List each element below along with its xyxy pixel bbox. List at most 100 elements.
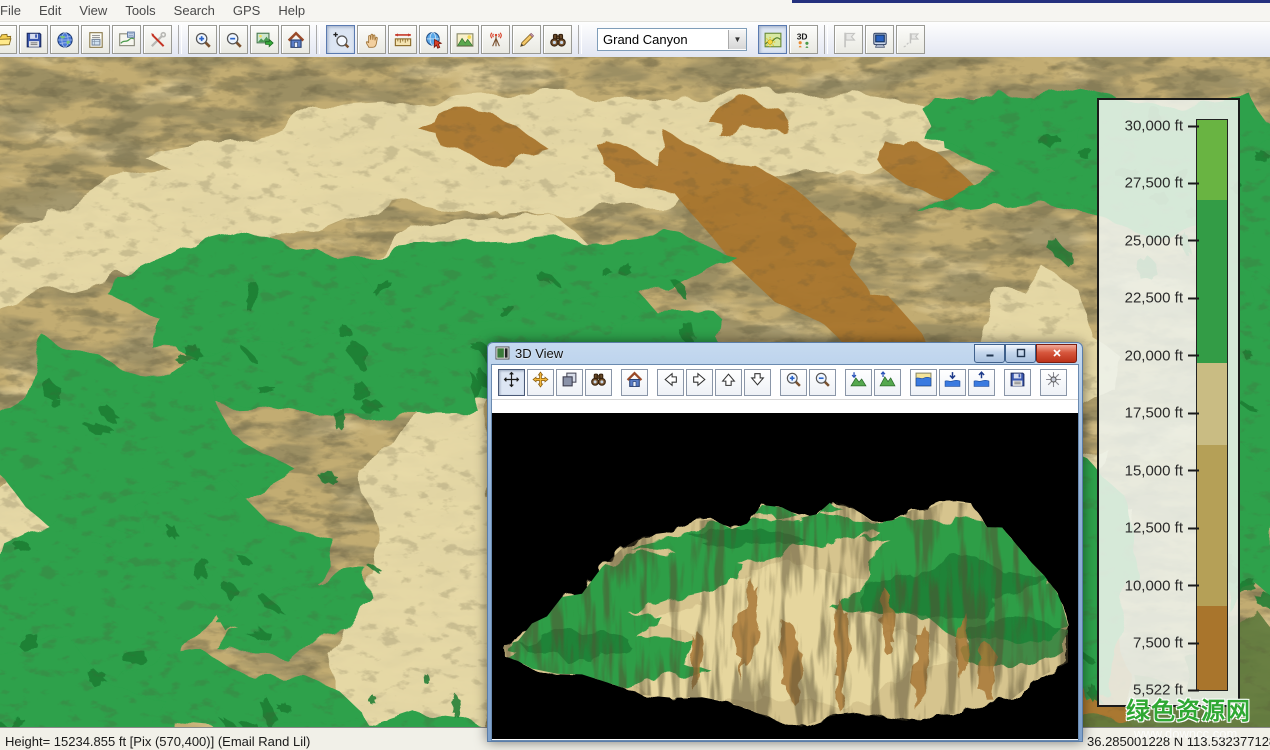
digitizer-button[interactable] (512, 25, 541, 54)
legend-row: 17,500 ft (1099, 405, 1199, 422)
toolbar-separator (824, 25, 828, 54)
display-options-button[interactable] (1040, 369, 1067, 396)
zoom-out-3d-button[interactable] (809, 369, 836, 396)
3d-window-titlebar[interactable]: 3D View (491, 342, 1079, 364)
menu-file[interactable]: File (0, 0, 30, 21)
rotate-tool-icon (503, 371, 520, 393)
legend-label: 17,500 ft (1125, 405, 1183, 422)
map-layout-button[interactable] (112, 25, 141, 54)
menu-view[interactable]: View (70, 0, 116, 21)
menu-edit[interactable]: Edit (30, 0, 70, 21)
minimize-button[interactable] (974, 344, 1005, 363)
water-lower-button[interactable] (939, 369, 966, 396)
legend-label: 20,000 ft (1125, 347, 1183, 364)
find-button[interactable] (543, 25, 572, 54)
menu-gps[interactable]: GPS (224, 0, 269, 21)
close-icon (1052, 348, 1062, 358)
view-shed-button[interactable] (481, 25, 510, 54)
legend-label: 27,500 ft (1125, 175, 1183, 192)
copy-view-button[interactable] (556, 369, 583, 396)
window-icon (495, 346, 510, 360)
water-down-icon (944, 371, 961, 393)
location-value: Grand Canyon (598, 32, 728, 47)
exaggeration-up-button[interactable] (874, 369, 901, 396)
3d-view-window: 3D View (487, 342, 1083, 742)
legend-color-segment (1197, 445, 1227, 606)
legend-row: 30,000 ft (1099, 118, 1199, 135)
move-3d-button[interactable] (527, 369, 554, 396)
watermark: 绿色资源网 www.downcc.com (1126, 691, 1251, 741)
reset-view-button[interactable] (621, 369, 648, 396)
vex-down-icon (850, 371, 867, 393)
gps-button[interactable] (865, 25, 894, 54)
legend-tick (1188, 412, 1199, 414)
add-image-button[interactable] (250, 25, 279, 54)
legend-tick (1188, 182, 1199, 184)
legend-row: 20,000 ft (1099, 347, 1199, 364)
arrow-left-icon (662, 371, 679, 393)
zoom-tool-button[interactable] (326, 25, 355, 54)
exaggeration-down-button[interactable] (845, 369, 872, 396)
full-view-button[interactable] (281, 25, 310, 54)
location-selector[interactable]: Grand Canyon▼ (597, 28, 747, 51)
view-3d-button[interactable]: 3D (789, 25, 818, 54)
window-title: 3D View (515, 346, 974, 361)
watermark-text: 绿色资源网 (1126, 691, 1251, 726)
legend-tick (1188, 125, 1199, 127)
3d-viewport[interactable] (492, 413, 1078, 739)
web-data-button[interactable] (50, 25, 79, 54)
save-button[interactable] (19, 25, 48, 54)
shader-button[interactable] (758, 25, 787, 54)
zoom-in-button[interactable] (188, 25, 217, 54)
menu-search[interactable]: Search (165, 0, 224, 21)
measure-tool-button[interactable] (388, 25, 417, 54)
water-raise-button[interactable] (968, 369, 995, 396)
save-image-button[interactable] (1004, 369, 1031, 396)
rotate-left-button[interactable] (657, 369, 684, 396)
legend-label: 12,500 ft (1125, 520, 1183, 537)
view-3d-icon: 3D (795, 31, 813, 49)
measure-ruler-icon (394, 31, 412, 49)
elevation-colorbar (1196, 119, 1228, 691)
maximize-button[interactable] (1005, 344, 1036, 363)
zoom-in-icon (785, 371, 802, 393)
arrow-right-icon (691, 371, 708, 393)
legend-label: 7,500 ft (1133, 635, 1183, 652)
tools-icon (149, 31, 167, 49)
legend-tick (1188, 527, 1199, 529)
map-annotation-icon (118, 31, 136, 49)
render-burst-icon (1045, 371, 1062, 393)
open-button[interactable] (0, 25, 17, 54)
menu-help[interactable]: Help (269, 0, 314, 21)
zoom-in-3d-button[interactable] (780, 369, 807, 396)
home-icon (287, 31, 305, 49)
menu-tools[interactable]: Tools (116, 0, 164, 21)
3d-window-body (491, 364, 1079, 741)
close-button[interactable] (1036, 344, 1077, 363)
add-image-icon (256, 31, 274, 49)
draw-pencil-icon (518, 31, 536, 49)
pan-tool-button[interactable] (357, 25, 386, 54)
metadata-button[interactable] (81, 25, 110, 54)
legend-color-segment (1197, 120, 1227, 200)
legend-label: 30,000 ft (1125, 118, 1183, 135)
water-display-button[interactable] (910, 369, 937, 396)
rotate-right-button[interactable] (686, 369, 713, 396)
find-binoculars-icon (590, 371, 607, 393)
track-button[interactable] (896, 25, 925, 54)
tilt-down-button[interactable] (744, 369, 771, 396)
zoom-out-button[interactable] (219, 25, 248, 54)
waypoint-button[interactable] (834, 25, 863, 54)
legend-tick (1188, 240, 1199, 242)
configure-button[interactable] (143, 25, 172, 54)
find-3d-button[interactable] (585, 369, 612, 396)
save-icon (1009, 371, 1026, 393)
arrow-down-icon (749, 371, 766, 393)
tilt-up-button[interactable] (715, 369, 742, 396)
window-top-strip (792, 0, 1270, 3)
pan-3d-button[interactable] (498, 369, 525, 396)
legend-label: 15,000 ft (1125, 462, 1183, 479)
terrain-layer-button[interactable] (450, 25, 479, 54)
chevron-down-icon[interactable]: ▼ (728, 30, 746, 49)
feature-info-button[interactable] (419, 25, 448, 54)
